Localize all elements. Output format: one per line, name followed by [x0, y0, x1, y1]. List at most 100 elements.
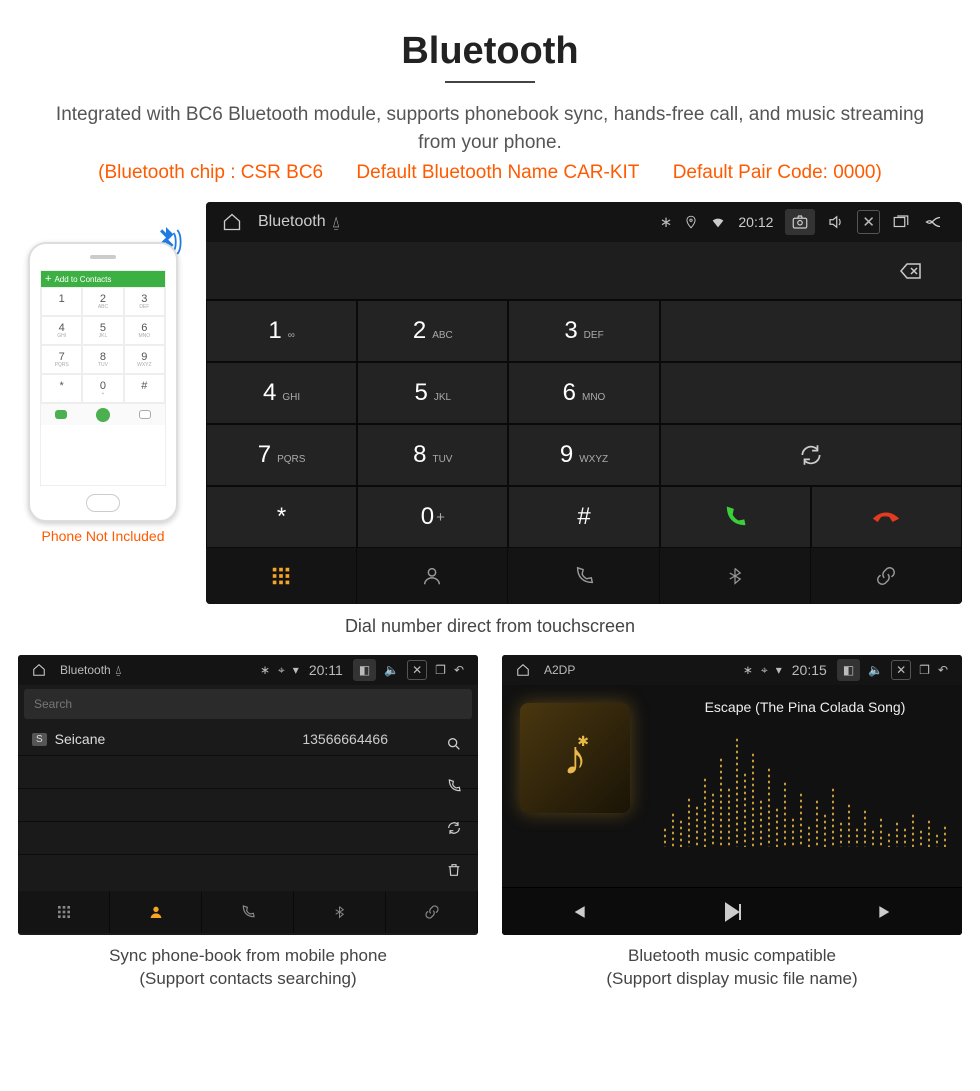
bluetooth-icon: ∗ — [260, 663, 270, 677]
statusbar-time: 20:15 — [792, 662, 827, 678]
dialer-bottom-nav — [206, 548, 962, 604]
recent-apps-icon[interactable]: ❐ — [919, 663, 930, 677]
wifi-icon: ▾ — [293, 663, 299, 677]
dialer-statusbar: Bluetooth ⍙ ∗ 20:12 ✕ — [206, 202, 962, 242]
phone-key: * — [41, 374, 82, 403]
home-icon[interactable] — [516, 663, 530, 677]
nav-keypad[interactable] — [206, 548, 357, 604]
key-spacer-2[interactable] — [660, 362, 962, 424]
phone-key: 7PQRS — [41, 345, 82, 374]
nav-bluetooth[interactable] — [294, 891, 386, 933]
screenshot-icon[interactable] — [785, 209, 815, 235]
nav-calllog[interactable] — [508, 548, 659, 604]
key-3[interactable]: 3DEF — [508, 300, 659, 362]
close-icon[interactable]: ✕ — [891, 660, 911, 680]
home-icon[interactable] — [222, 212, 242, 232]
prev-track-button[interactable] — [568, 902, 588, 922]
statusbar-title: Bluetooth — [60, 663, 111, 677]
nav-contacts[interactable] — [357, 548, 508, 604]
phone-key: 0+ — [82, 374, 123, 403]
volume-icon[interactable] — [827, 213, 845, 231]
recent-apps-icon[interactable]: ❐ — [435, 663, 446, 677]
key-4[interactable]: 4GHI — [206, 362, 357, 424]
nav-keypad[interactable] — [18, 891, 110, 933]
phone-key: 1 — [41, 287, 82, 316]
phone-key: 8TUV — [82, 345, 123, 374]
spec-chip: (Bluetooth chip : CSR BC6 — [98, 162, 323, 183]
nav-pair[interactable] — [811, 548, 962, 604]
side-search-icon[interactable] — [446, 736, 462, 752]
nav-contacts[interactable] — [110, 891, 202, 933]
contacts-caption: Sync phone-book from mobile phone (Suppo… — [18, 935, 478, 995]
home-icon[interactable] — [32, 663, 46, 677]
key-#[interactable]: # — [508, 486, 659, 548]
title-underline — [445, 81, 535, 83]
screenshot-icon[interactable]: ◧ — [353, 659, 376, 681]
music-controls — [502, 887, 962, 935]
bluetooth-icon: ∗ — [660, 213, 673, 231]
key-1[interactable]: 1∞ — [206, 300, 357, 362]
key-*[interactable]: * — [206, 486, 357, 548]
statusbar-time: 20:11 — [309, 662, 343, 678]
contact-row[interactable]: S Seicane 13566664466 — [18, 723, 478, 756]
statusbar-time: 20:12 — [738, 214, 773, 230]
spec-name: Default Bluetooth Name CAR-KIT — [356, 162, 639, 183]
nav-bluetooth[interactable] — [660, 548, 811, 604]
dial-display — [206, 242, 962, 300]
hangup-button[interactable] — [811, 486, 962, 548]
back-icon[interactable] — [922, 213, 946, 231]
key-7[interactable]: 7PQRS — [206, 424, 357, 486]
contacts-device: Bluetooth ⍙ ∗ ⌖ ▾ 20:11 ◧ 🔈 ✕ ❐ ↶ Search… — [18, 655, 478, 935]
dialer-caption: Dial number direct from touchscreen — [0, 604, 980, 655]
contacts-statusbar: Bluetooth ⍙ ∗ ⌖ ▾ 20:11 ◧ 🔈 ✕ ❐ ↶ — [18, 655, 478, 685]
album-art: ♪ — [520, 703, 630, 813]
key-6[interactable]: 6MNO — [508, 362, 659, 424]
redial-button[interactable] — [660, 424, 962, 486]
spec-pair: Default Pair Code: 0000) — [673, 162, 882, 183]
play-pause-button[interactable] — [720, 900, 744, 924]
phone-video-icon — [139, 410, 151, 419]
wifi-icon: ▾ — [776, 663, 782, 677]
contact-badge: S — [32, 733, 47, 746]
volume-icon[interactable]: 🔈 — [868, 663, 883, 677]
subtitle: Integrated with BC6 Bluetooth module, su… — [0, 101, 980, 162]
close-icon[interactable]: ✕ — [407, 660, 427, 680]
screenshot-icon[interactable]: ◧ — [837, 659, 860, 681]
usb-icon: ⍙ — [115, 663, 122, 678]
phone-key: 6MNO — [124, 316, 165, 345]
music-caption: Bluetooth music compatible (Support disp… — [502, 935, 962, 995]
nav-pair[interactable] — [386, 891, 478, 933]
recent-apps-icon[interactable] — [892, 213, 910, 231]
search-input[interactable]: Search — [24, 689, 472, 719]
phone-add-contacts-bar: +Add to Contacts — [41, 271, 165, 287]
next-track-button[interactable] — [876, 902, 896, 922]
back-icon[interactable]: ↶ — [454, 663, 464, 677]
phone-key: # — [124, 374, 165, 403]
dialer-device: Bluetooth ⍙ ∗ 20:12 ✕ 1∞2ABC3DEF 4GHI5JK… — [206, 202, 962, 604]
usb-icon: ⍙ — [332, 214, 341, 231]
volume-icon[interactable]: 🔈 — [384, 663, 399, 677]
phone-key: 3DEF — [124, 287, 165, 316]
side-sync-icon[interactable] — [446, 820, 462, 836]
call-button[interactable] — [660, 486, 811, 548]
side-delete-icon[interactable] — [446, 862, 462, 878]
bluetooth-icon: ∗ — [743, 663, 753, 677]
key-9[interactable]: 9WXYZ — [508, 424, 659, 486]
backspace-icon[interactable] — [894, 259, 928, 283]
close-icon[interactable]: ✕ — [857, 210, 880, 234]
song-title: Escape (The Pina Colada Song) — [660, 699, 950, 715]
back-icon[interactable]: ↶ — [938, 663, 948, 677]
wifi-icon — [710, 214, 726, 230]
phone-key: 4GHI — [41, 316, 82, 345]
nav-calllog[interactable] — [202, 891, 294, 933]
key-2[interactable]: 2ABC — [357, 300, 508, 362]
phone-call-icon — [96, 408, 110, 422]
key-spacer-1[interactable] — [660, 300, 962, 362]
phone-key: 9WXYZ — [124, 345, 165, 374]
phone-key: 5JKL — [82, 316, 123, 345]
side-call-icon[interactable] — [446, 778, 462, 794]
key-0[interactable]: 0+ — [357, 486, 508, 548]
statusbar-title: A2DP — [544, 663, 575, 677]
key-5[interactable]: 5JKL — [357, 362, 508, 424]
key-8[interactable]: 8TUV — [357, 424, 508, 486]
